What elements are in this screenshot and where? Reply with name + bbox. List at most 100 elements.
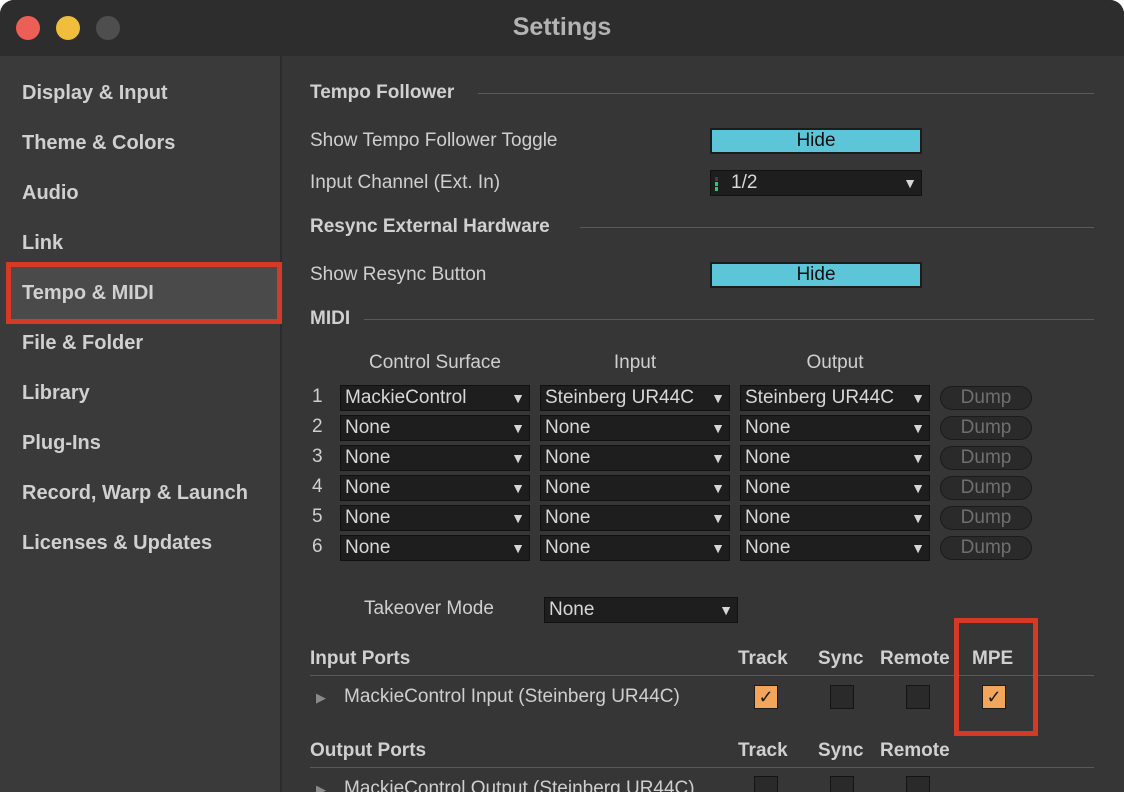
sidebar-item-display-input[interactable]: Display & Input: [22, 78, 168, 108]
midi-input-value: None: [545, 537, 591, 558]
input-ports-remote-header: Remote: [880, 648, 950, 669]
midi-row-number: 4: [312, 476, 323, 497]
midi-output-value: None: [745, 477, 791, 498]
input-channel-value: 1/2: [731, 172, 758, 193]
takeover-mode-value: None: [549, 599, 595, 620]
midi-input-value: None: [545, 447, 591, 468]
control-surface-dropdown[interactable]: None ▼: [340, 445, 530, 471]
input-port-remote-checkbox[interactable]: [906, 685, 930, 709]
dump-button[interactable]: Dump: [940, 476, 1032, 500]
sidebar-item-library[interactable]: Library: [22, 378, 90, 408]
section-heading-tempo-follower: Tempo Follower: [310, 82, 455, 103]
sidebar-item-theme-colors[interactable]: Theme & Colors: [22, 128, 175, 158]
control-surface-value: None: [345, 447, 391, 468]
midi-output-dropdown[interactable]: Steinberg UR44C ▼: [740, 385, 930, 411]
triangle-down-icon: ▼: [711, 390, 725, 406]
window-title: Settings: [512, 13, 612, 41]
midi-input-dropdown[interactable]: None ▼: [540, 535, 730, 561]
control-surface-value: None: [345, 537, 391, 558]
midi-input-dropdown[interactable]: None ▼: [540, 415, 730, 441]
show-resync-button-toggle[interactable]: Hide: [710, 262, 922, 288]
input-level-meter-icon: [715, 177, 718, 191]
dump-button[interactable]: Dump: [940, 386, 1032, 410]
output-port-remote-checkbox[interactable]: [906, 776, 930, 792]
midi-output-value: None: [745, 537, 791, 558]
midi-input-dropdown[interactable]: None ▼: [540, 475, 730, 501]
column-header-control-surface: Control Surface: [368, 352, 501, 373]
sidebar-item-plug-ins[interactable]: Plug-Ins: [22, 428, 101, 458]
sidebar-item-licenses-updates[interactable]: Licenses & Updates: [22, 528, 212, 558]
dump-button[interactable]: Dump: [940, 506, 1032, 530]
triangle-down-icon: ▼: [719, 602, 733, 618]
control-surface-dropdown[interactable]: None ▼: [340, 535, 530, 561]
midi-output-dropdown[interactable]: None ▼: [740, 475, 930, 501]
triangle-right-icon[interactable]: ▶: [316, 690, 326, 706]
sidebar-item-link[interactable]: Link: [22, 228, 63, 258]
input-channel-dropdown[interactable]: 1/2 ▼: [710, 170, 922, 196]
midi-input-dropdown[interactable]: Steinberg UR44C ▼: [540, 385, 730, 411]
triangle-down-icon: ▼: [911, 450, 925, 466]
midi-output-dropdown[interactable]: None ▼: [740, 445, 930, 471]
control-surface-dropdown[interactable]: None ▼: [340, 415, 530, 441]
triangle-down-icon: ▼: [511, 480, 525, 496]
checkmark-icon: ✓: [758, 687, 774, 707]
midi-input-dropdown[interactable]: None ▼: [540, 445, 730, 471]
midi-row-number: 3: [312, 446, 323, 467]
triangle-down-icon: ▼: [711, 480, 725, 496]
midi-output-value: None: [745, 417, 791, 438]
sidebar-item-file-folder[interactable]: File & Folder: [22, 328, 143, 358]
column-header-output: Output: [806, 352, 864, 373]
input-ports-heading: Input Ports: [310, 648, 411, 669]
output-ports-sync-header: Sync: [818, 740, 864, 761]
output-port-track-checkbox[interactable]: [754, 776, 778, 792]
ports-divider: [310, 767, 1094, 768]
midi-output-dropdown[interactable]: None ▼: [740, 535, 930, 561]
show-tempo-follower-toggle-button[interactable]: Hide: [710, 128, 922, 154]
highlight-mpe: [954, 618, 1038, 736]
triangle-down-icon: ▼: [511, 390, 525, 406]
control-surface-dropdown[interactable]: None ▼: [340, 505, 530, 531]
midi-input-value: None: [545, 417, 591, 438]
midi-output-value: None: [745, 447, 791, 468]
dump-button[interactable]: Dump: [940, 416, 1032, 440]
midi-input-value: None: [545, 507, 591, 528]
triangle-down-icon: ▼: [911, 390, 925, 406]
midi-input-dropdown[interactable]: None ▼: [540, 505, 730, 531]
triangle-down-icon: ▼: [511, 510, 525, 526]
dump-button[interactable]: Dump: [940, 536, 1032, 560]
title-bar: Settings: [0, 0, 1124, 56]
output-ports-track-header: Track: [738, 740, 788, 761]
control-surface-dropdown[interactable]: None ▼: [340, 475, 530, 501]
sidebar-item-audio[interactable]: Audio: [22, 178, 79, 208]
triangle-down-icon: ▼: [911, 540, 925, 556]
takeover-mode-dropdown[interactable]: None ▼: [544, 597, 738, 623]
output-port-sync-checkbox[interactable]: [830, 776, 854, 792]
midi-output-dropdown[interactable]: None ▼: [740, 505, 930, 531]
control-surface-value: None: [345, 477, 391, 498]
triangle-down-icon: ▼: [911, 480, 925, 496]
midi-input-value: Steinberg UR44C: [545, 387, 694, 408]
section-heading-midi: MIDI: [310, 308, 351, 329]
output-ports-remote-header: Remote: [880, 740, 950, 761]
control-surface-value: MackieControl: [345, 387, 467, 408]
input-port-track-checkbox[interactable]: ✓: [754, 685, 778, 709]
takeover-mode-label: Takeover Mode: [364, 598, 494, 619]
triangle-down-icon: ▼: [903, 175, 917, 191]
input-ports-sync-header: Sync: [818, 648, 864, 669]
section-divider: [478, 93, 1094, 94]
triangle-right-icon[interactable]: ▶: [316, 782, 326, 792]
sidebar-item-record-warp-launch[interactable]: Record, Warp & Launch: [22, 478, 248, 508]
control-surface-value: None: [345, 417, 391, 438]
midi-row-number: 1: [312, 386, 323, 407]
settings-window: Settings Display & Input Theme & Colors …: [0, 0, 1124, 792]
triangle-down-icon: ▼: [511, 420, 525, 436]
control-surface-dropdown[interactable]: MackieControl ▼: [340, 385, 530, 411]
input-port-sync-checkbox[interactable]: [830, 685, 854, 709]
midi-output-dropdown[interactable]: None ▼: [740, 415, 930, 441]
section-heading-resync: Resync External Hardware: [310, 216, 550, 237]
highlight-tempo-midi: [6, 262, 282, 324]
midi-output-value: None: [745, 507, 791, 528]
triangle-down-icon: ▼: [711, 540, 725, 556]
midi-row-number: 2: [312, 416, 323, 437]
dump-button[interactable]: Dump: [940, 446, 1032, 470]
